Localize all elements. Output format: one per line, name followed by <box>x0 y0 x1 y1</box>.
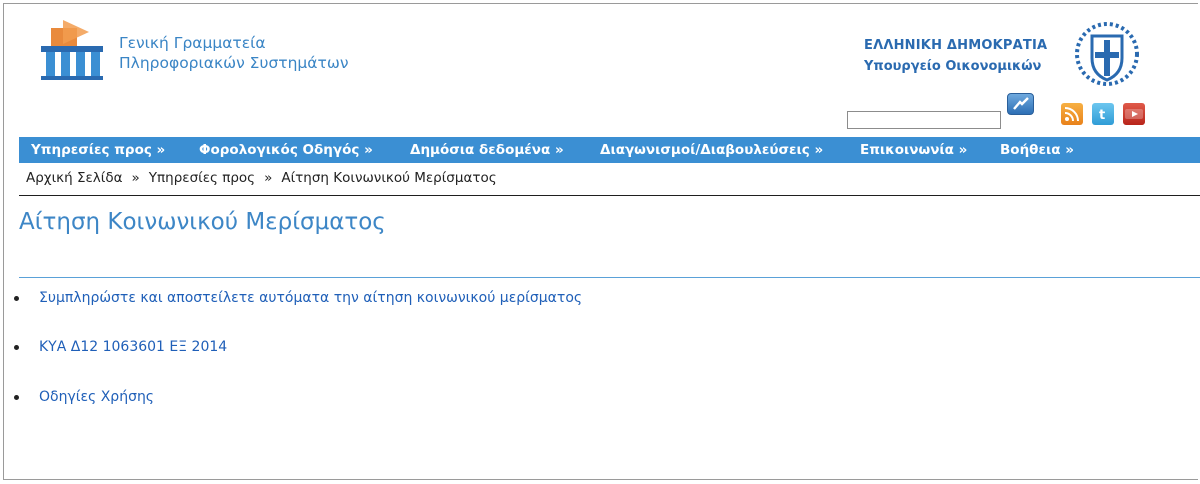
breadcrumb-separator: » <box>131 170 140 186</box>
greek-coat-of-arms-icon <box>1075 22 1139 86</box>
search-button[interactable] <box>1007 93 1034 115</box>
gsis-logo-icon <box>41 20 103 80</box>
link-kya-decision[interactable]: ΚΥΑ Δ12 1063601 ΕΞ 2014 <box>39 339 227 355</box>
main-nav: Υπηρεσίες προς » Φορολογικός Οδηγός » Δη… <box>19 137 1200 163</box>
nav-item-contact[interactable]: Επικοινωνία » <box>860 142 967 158</box>
youtube-icon[interactable] <box>1123 103 1145 125</box>
nav-item-tax-guide[interactable]: Φορολογικός Οδηγός » <box>199 142 373 158</box>
svg-text:t: t <box>1099 108 1105 123</box>
search-input[interactable] <box>847 111 1001 129</box>
page-frame: Γενική Γραμματεία Πληροφοριακών Συστημάτ… <box>3 3 1200 480</box>
breadcrumb-services[interactable]: Υπηρεσίες προς <box>149 170 255 186</box>
nav-item-services[interactable]: Υπηρεσίες προς » <box>31 142 165 158</box>
nav-item-public-data[interactable]: Δημόσια δεδομένα » <box>410 142 564 158</box>
breadcrumb: Αρχική Σελίδα » Υπηρεσίες προς » Αίτηση Κοιν… <box>26 170 497 186</box>
bullet-icon <box>14 296 19 301</box>
search-icon <box>1013 97 1029 110</box>
nav-item-tenders[interactable]: Διαγωνισμοί/Διαβουλεύσεις » <box>600 142 823 158</box>
divider <box>19 195 1200 196</box>
gov-line2: Υπουργείο Οικονομικών <box>864 59 1042 74</box>
bullet-icon <box>14 345 19 350</box>
nav-item-help[interactable]: Βοήθεια » <box>1000 142 1074 158</box>
ministry-name: ΕΛΛΗΝΙΚΗ ΔΗΜΟΚΡΑΤΙΑ Υπουργείο Οικονομικώ… <box>864 38 1047 74</box>
link-user-instructions[interactable]: Οδηγίες Χρήσης <box>39 389 154 405</box>
org-name[interactable]: Γενική Γραμματεία Πληροφοριακών Συστημάτ… <box>119 33 348 73</box>
bullet-icon <box>14 395 19 400</box>
breadcrumb-home[interactable]: Αρχική Σελίδα <box>26 170 123 186</box>
breadcrumb-current: Αίτηση Κοινωνικού Μερίσματος <box>281 170 497 186</box>
gov-line1: ΕΛΛΗΝΙΚΗ ΔΗΜΟΚΡΑΤΙΑ <box>864 38 1048 53</box>
divider <box>19 277 1200 278</box>
breadcrumb-separator: » <box>264 170 273 186</box>
twitter-icon[interactable]: t <box>1092 103 1114 125</box>
rss-icon[interactable] <box>1061 103 1083 125</box>
link-apply-social-dividend[interactable]: Συμπληρώστε και αποστείλετε αυτόματα την… <box>39 290 582 306</box>
org-name-line2: Πληροφοριακών Συστημάτων <box>119 54 349 72</box>
org-name-line1: Γενική Γραμματεία <box>119 34 266 52</box>
page-title: Αίτηση Κοινωνικού Μερίσματος <box>19 209 386 235</box>
